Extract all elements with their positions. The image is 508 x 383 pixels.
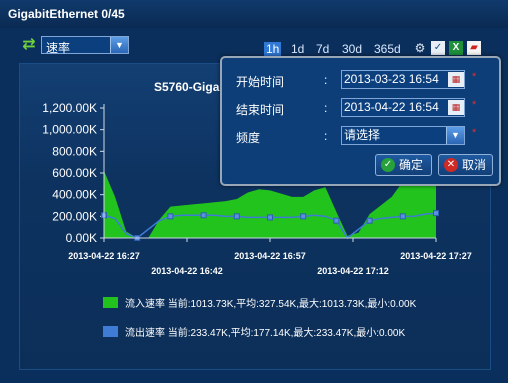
- frequency-colon: :: [324, 129, 328, 143]
- x-tick-label: 2013-04-22 16:27: [68, 251, 140, 261]
- x-tick-label: 2013-04-22 16:57: [234, 251, 306, 261]
- start-time-value: 2013-03-23 16:54: [344, 72, 439, 86]
- outbound-point: [200, 212, 207, 219]
- outbound-point: [399, 213, 406, 220]
- start-time-field[interactable]: 2013-03-23 16:54 ▦: [341, 70, 465, 89]
- cancel-button[interactable]: ✕ 取消: [438, 154, 493, 176]
- outbound-point: [233, 213, 240, 220]
- required-mark: *: [472, 99, 477, 111]
- outbound-point: [300, 213, 307, 220]
- start-time-label: 开始时间: [236, 75, 285, 89]
- check-icon: ✓: [381, 158, 395, 172]
- ok-button[interactable]: ✓ 确定: [375, 154, 432, 176]
- legend-inbound-label: 流入速率: [125, 299, 165, 310]
- close-icon: ✕: [444, 158, 458, 172]
- x-tick-label: 2013-04-22 17:27: [400, 251, 472, 261]
- end-time-value: 2013-04-22 16:54: [344, 100, 439, 114]
- legend-outbound-text: 流出速率 当前:233.47K,平均:177.14K,最大:233.47K,最小…: [125, 324, 405, 339]
- legend-inbound-swatch: [103, 297, 118, 308]
- legend-outbound-swatch: [103, 326, 118, 337]
- y-tick-label: 1,200.00K: [42, 101, 97, 115]
- y-tick-label: 0.00K: [66, 231, 97, 245]
- outbound-point: [433, 210, 439, 217]
- legend-outbound-stats: 当前:233.47K,平均:177.14K,最大:233.47K,最小:0.00…: [167, 328, 406, 339]
- frequency-label: 频度: [236, 131, 261, 145]
- frequency-value: 请选择: [344, 128, 381, 142]
- outbound-point: [267, 214, 273, 221]
- required-mark: *: [472, 71, 477, 83]
- legend-outbound-label: 流出速率: [125, 328, 165, 339]
- end-time-field[interactable]: 2013-04-22 16:54 ▦: [341, 98, 465, 117]
- cancel-button-label: 取消: [462, 158, 487, 172]
- start-time-colon: :: [324, 73, 328, 87]
- outbound-point: [333, 217, 340, 224]
- legend-inbound-stats: 当前:1013.73K,平均:327.54K,最大:1013.73K,最小:0.…: [167, 299, 417, 310]
- y-tick-label: 600.00K: [52, 166, 97, 180]
- end-time-colon: :: [324, 101, 328, 115]
- calendar-icon[interactable]: ▦: [448, 72, 464, 87]
- frequency-select[interactable]: 请选择 ▼: [341, 126, 465, 145]
- chevron-down-icon[interactable]: ▼: [446, 127, 464, 144]
- time-range-dialog: 开始时间 : 2013-03-23 16:54 ▦ * 结束时间 : 2013-…: [220, 56, 501, 186]
- x-tick-label: 2013-04-22 16:42: [151, 266, 223, 276]
- y-tick-label: 800.00K: [52, 144, 97, 158]
- x-tick-label: 2013-04-22 17:12: [317, 266, 389, 276]
- y-tick-label: 1,000.00K: [42, 123, 97, 137]
- outbound-point: [167, 213, 174, 220]
- y-tick-label: 200.00K: [52, 209, 97, 223]
- end-time-label: 结束时间: [236, 103, 285, 117]
- required-mark: *: [472, 127, 477, 139]
- outbound-point: [366, 217, 373, 224]
- calendar-icon[interactable]: ▦: [448, 100, 464, 115]
- legend-inbound-text: 流入速率 当前:1013.73K,平均:327.54K,最大:1013.73K,…: [125, 295, 416, 310]
- y-tick-label: 400.00K: [52, 188, 97, 202]
- ok-button-label: 确定: [399, 158, 424, 172]
